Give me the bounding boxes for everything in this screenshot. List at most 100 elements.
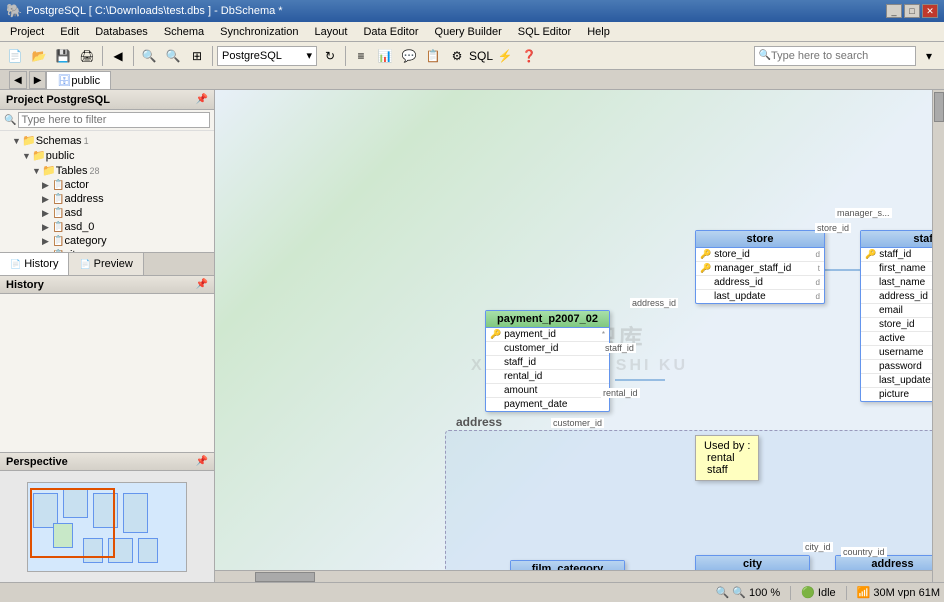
maximize-button[interactable]: □ — [904, 4, 920, 18]
refresh-button[interactable]: ↻ — [319, 45, 341, 67]
save-button[interactable]: 💾 — [52, 45, 74, 67]
menu-data-editor[interactable]: Data Editor — [355, 24, 426, 40]
tree-item-asd0[interactable]: ▶ 📋 asd_0 — [2, 220, 212, 234]
scrollbar-bottom[interactable] — [215, 570, 932, 582]
search-dropdown-button[interactable]: ▾ — [918, 45, 940, 67]
menu-synchronization[interactable]: Synchronization — [212, 24, 306, 40]
col-amount-02: amount — [490, 385, 537, 396]
perspective-pin-icon[interactable]: 📌 — [196, 456, 208, 467]
staff-key-icon: 🔑 — [865, 249, 876, 260]
tab-preview[interactable]: 📄 Preview — [69, 253, 143, 275]
help-icon-button[interactable]: ❓ — [518, 45, 540, 67]
scrollbar-right[interactable] — [932, 90, 944, 582]
conn-label-country-id: country_id — [841, 547, 887, 557]
toolbar: 📄 📂 💾 🖨 ◀ 🔍 🔍 ⊞ PostgreSQL ▾ ↻ ≡ 📊 💬 📋 ⚙… — [0, 42, 944, 70]
tables-count: 28 — [90, 166, 100, 176]
col-address-id-s: address_id — [865, 291, 928, 302]
col-staff-id: staff_id — [879, 249, 911, 260]
tb-btn-7[interactable]: ⚡ — [494, 45, 516, 67]
mini-map[interactable] — [27, 482, 187, 572]
tab-history[interactable]: 📄 History — [0, 253, 69, 275]
tab-nav-right[interactable]: ▶ — [29, 71, 47, 89]
search-icon: 🔍 — [759, 50, 771, 61]
menu-query-builder[interactable]: Query Builder — [427, 24, 510, 40]
zoom-icon2: 🔍 — [732, 586, 746, 599]
tb-btn-3[interactable]: 💬 — [398, 45, 420, 67]
back-button[interactable]: ◀ — [107, 45, 129, 67]
menu-schema[interactable]: Schema — [156, 24, 212, 40]
col-picture: picture — [865, 389, 909, 400]
tb-btn-5[interactable]: ⚙ — [446, 45, 468, 67]
tb-btn-6[interactable]: SQL — [470, 45, 492, 67]
tree-schemas[interactable]: ▼ 📁 Schemas 1 — [2, 133, 212, 148]
new-button[interactable]: 📄 — [4, 45, 26, 67]
expand-address-icon: ▶ — [42, 194, 52, 205]
history-panel: History 📌 — [0, 276, 214, 452]
tree-item-address[interactable]: ▶ 📋 address — [2, 192, 212, 206]
menu-layout[interactable]: Layout — [306, 24, 355, 40]
tab-nav-left[interactable]: ◀ — [9, 71, 27, 89]
col-customer-id-02: customer_id — [490, 343, 558, 354]
print-button[interactable]: 🖨 — [76, 45, 98, 67]
public-folder-icon: 📁 — [32, 149, 46, 162]
mini-table-3 — [53, 523, 73, 548]
actor-label: actor — [64, 179, 88, 191]
expand-asd0-icon: ▶ — [42, 222, 52, 233]
col-store-id: store_id — [714, 249, 750, 260]
zoom-status: 🔍 🔍 100 % — [716, 586, 781, 599]
history-tab-label: History — [24, 258, 58, 270]
col-store-id-s: store_id — [865, 319, 915, 330]
db-dropdown[interactable]: PostgreSQL ▾ — [217, 46, 317, 66]
perspective-panel: Perspective 📌 — [0, 452, 214, 582]
tab-public-label: public — [71, 75, 100, 87]
tb-btn-4[interactable]: 📋 — [422, 45, 444, 67]
menu-databases[interactable]: Databases — [87, 24, 156, 40]
scrollbar-thumb-right[interactable] — [934, 92, 944, 122]
schemas-folder-icon: 📁 — [22, 134, 36, 147]
history-pin-icon[interactable]: 📌 — [196, 279, 208, 290]
title-bar: 🐘 PostgreSQL [ C:\Downloads\test.dbs ] -… — [0, 0, 944, 22]
scrollbar-thumb-bottom[interactable] — [255, 572, 315, 582]
col-email: email — [865, 305, 903, 316]
public-label: public — [46, 150, 75, 162]
tree-public[interactable]: ▼ 📁 public — [2, 148, 212, 163]
menu-sql-editor[interactable]: SQL Editor — [510, 24, 579, 40]
zoom-out-button[interactable]: 🔍 — [162, 45, 184, 67]
close-button[interactable]: ✕ — [922, 4, 938, 18]
left-panel: Project PostgreSQL 📌 🔍 ▼ 📁 Schemas 1 ▼ 📁… — [0, 90, 215, 582]
mini-table-8 — [138, 538, 158, 563]
tree-tables[interactable]: ▼ 📁 Tables 28 — [2, 163, 212, 178]
pin-icon[interactable]: 📌 — [196, 94, 208, 105]
open-button[interactable]: 📂 — [28, 45, 50, 67]
tree-item-actor[interactable]: ▶ 📋 actor — [2, 178, 212, 192]
zoom-in-button[interactable]: 🔍 — [138, 45, 160, 67]
col-first-name: first_name — [865, 263, 926, 274]
pay02-row-2: customer_id — [486, 342, 609, 356]
search-box[interactable]: 🔍 — [754, 46, 916, 66]
table-store[interactable]: store 🔑 store_id d 🔑 manager_staff_id t … — [695, 230, 825, 304]
tree-item-category[interactable]: ▶ 📋 category — [2, 234, 212, 248]
canvas[interactable]: address 小牛知识库 XIAO NIU ZHI SHI KU store … — [215, 90, 944, 582]
zoom-fit-button[interactable]: ⊞ — [186, 45, 208, 67]
tb-btn-2[interactable]: 📊 — [374, 45, 396, 67]
mini-table-2 — [63, 488, 88, 518]
filter-input[interactable] — [18, 112, 210, 128]
tables-label: Tables — [56, 165, 88, 177]
tb-btn-1[interactable]: ≡ — [350, 45, 372, 67]
menu-edit[interactable]: Edit — [52, 24, 87, 40]
tooltip-text: Used by : rental staff — [704, 440, 750, 476]
table-payment-p2007-02[interactable]: payment_p2007_02 🔑 payment_id * customer… — [485, 310, 610, 412]
minimize-button[interactable]: _ — [886, 4, 902, 18]
preview-tab-icon: 📄 — [79, 259, 90, 270]
tab-public[interactable]: 🗄 public — [46, 71, 111, 89]
menu-help[interactable]: Help — [579, 24, 618, 40]
mini-table-6 — [83, 538, 103, 563]
db-status-icon: 🟢 — [801, 586, 815, 599]
search-input[interactable] — [771, 50, 911, 62]
menu-project[interactable]: Project — [2, 24, 52, 40]
tree-item-asd[interactable]: ▶ 📋 asd — [2, 206, 212, 220]
db-status: 🟢 Idle — [801, 586, 835, 599]
col-last-update: last_update — [700, 291, 766, 302]
col-address-id: address_id — [700, 277, 763, 288]
table-icon-asd0: 📋 — [52, 222, 64, 233]
